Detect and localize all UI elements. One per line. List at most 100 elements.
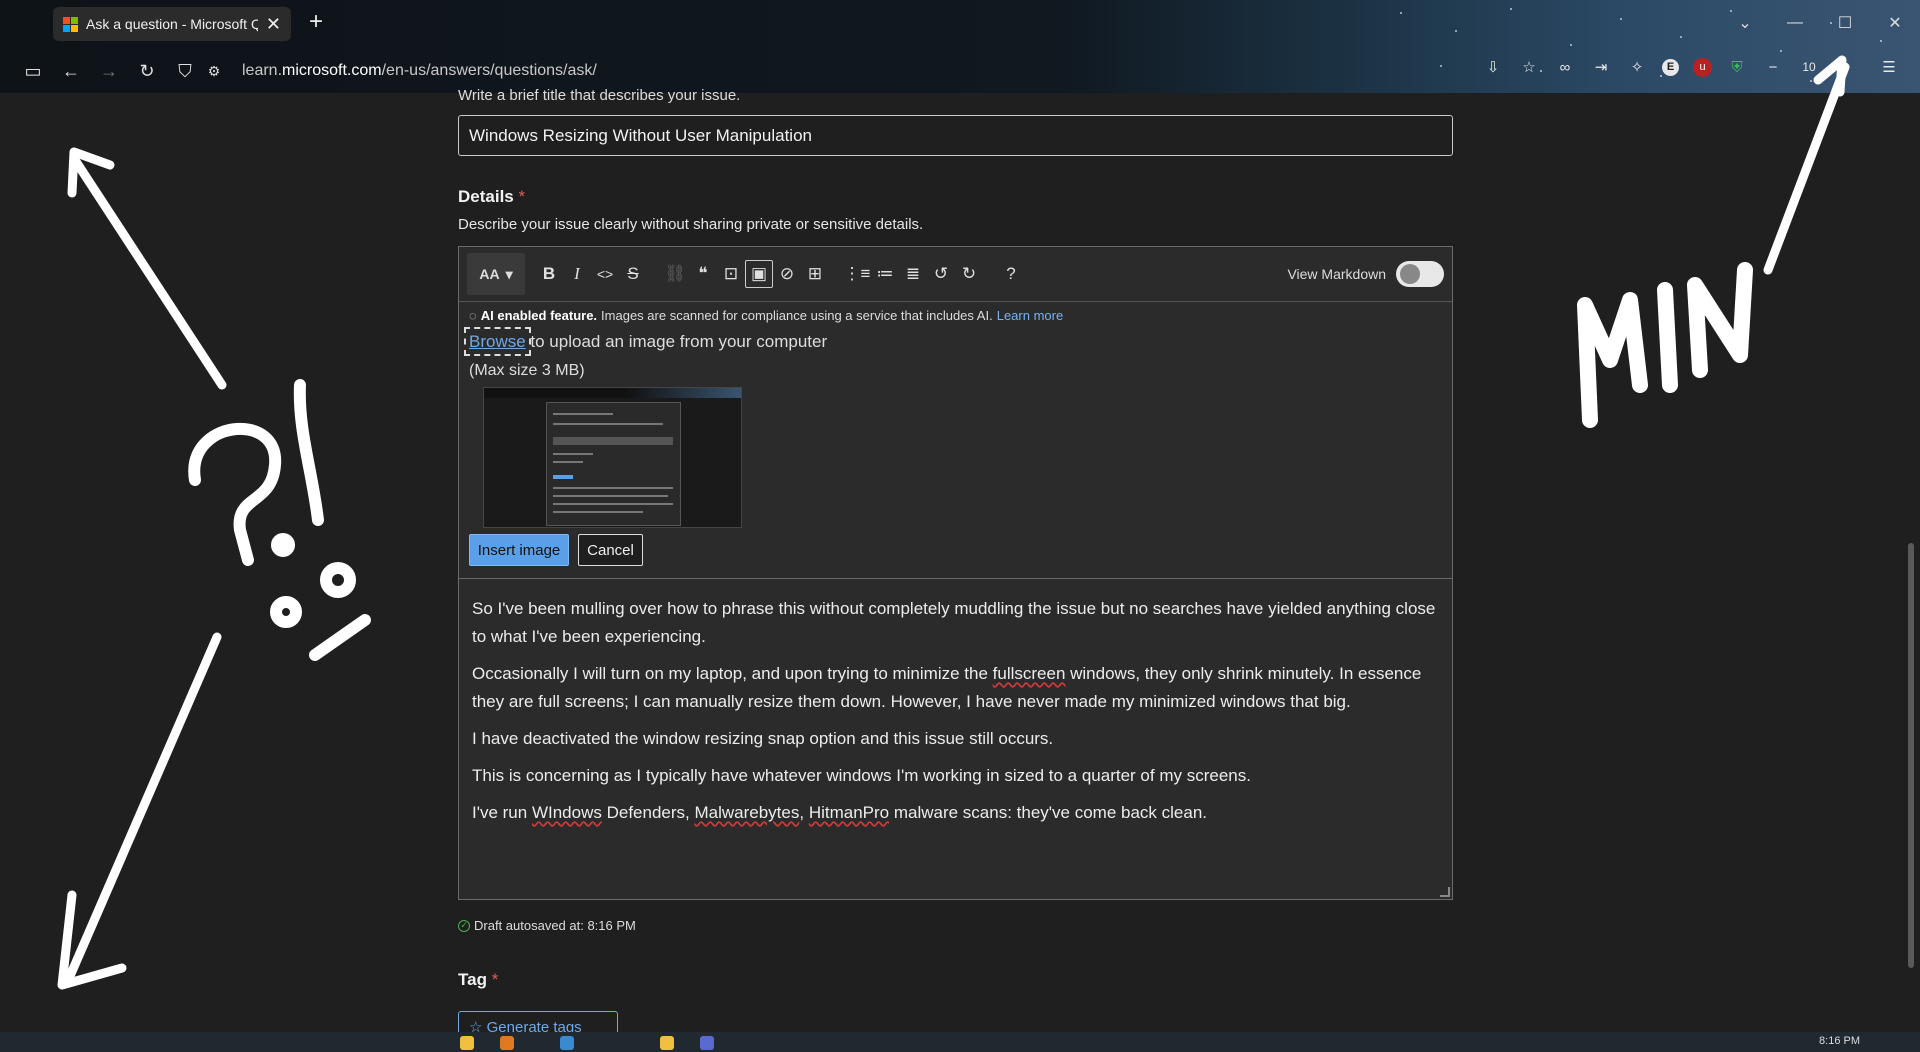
tag-label-text: Tag	[458, 970, 487, 989]
p5-text-g: malware scans: they've come back clean.	[889, 803, 1208, 822]
paragraph-2: Occasionally I will turn on my laptop, a…	[472, 660, 1439, 716]
learn-more-link[interactable]: Learn more	[997, 308, 1063, 323]
tab-title: Ask a question - Microsoft Q&A	[86, 16, 258, 32]
paragraph-5: I've run WIndows Defenders, Malwarebytes…	[472, 799, 1439, 827]
code-block-icon[interactable]: ⊡	[717, 260, 745, 288]
minimize-button[interactable]: —	[1770, 6, 1820, 40]
editor-body[interactable]: So I've been mulling over how to phrase …	[459, 579, 1452, 852]
italic-icon[interactable]: I	[563, 260, 591, 288]
zoom-out-icon[interactable]: −	[1762, 56, 1784, 78]
view-markdown-label: View Markdown	[1287, 266, 1386, 282]
tab-list-icon[interactable]: ⌄	[1720, 6, 1770, 40]
bookmark-star-icon[interactable]: ☆	[1518, 56, 1540, 78]
shield-extension-icon[interactable]: ⛨	[1726, 56, 1748, 78]
check-circle-icon: ✓	[458, 919, 470, 932]
url-path: /en-us/answers/questions/ask/	[381, 62, 597, 79]
details-label: Details *	[458, 187, 525, 207]
ai-notice-label: AI enabled feature.	[480, 308, 598, 323]
menu-icon[interactable]: ☰	[1878, 56, 1900, 78]
back-icon[interactable]: ←	[52, 61, 90, 82]
url-domain: microsoft.com	[282, 62, 382, 79]
save-page-icon[interactable]: ⇩	[1482, 56, 1504, 78]
details-description: Describe your issue clearly without shar…	[458, 216, 924, 233]
paragraph-4: This is concerning as I typically have w…	[472, 766, 1251, 785]
tag-label: Tag *	[458, 970, 498, 990]
cancel-button[interactable]: Cancel	[578, 534, 643, 566]
code-icon[interactable]: <>	[591, 260, 619, 288]
view-markdown-toggle[interactable]	[1396, 261, 1444, 287]
bullet-list-icon[interactable]: ≔	[871, 260, 899, 288]
p5-text-e: ,	[799, 803, 809, 822]
browse-link[interactable]: Browse	[464, 327, 531, 356]
infinity-extension-icon[interactable]: ∞	[1554, 56, 1576, 78]
paragraph-1: So I've been mulling over how to phrase …	[472, 599, 1436, 646]
close-window-button[interactable]: ✕	[1870, 6, 1920, 40]
details-editor: AA ▾ B I <> S ⛓ ❝ ⊡ ▣ ⊘ ⊞ ⋮≡ ≔ ≣ ↺ ↻ ? Vi…	[458, 246, 1453, 900]
table-icon[interactable]: ⊞	[801, 260, 829, 288]
bold-icon[interactable]: B	[535, 260, 563, 288]
attachment-icon[interactable]: ⊘	[773, 260, 801, 288]
lightbulb-icon: ◌	[469, 308, 477, 323]
forward-icon[interactable]: →	[90, 61, 128, 82]
help-icon[interactable]: ?	[997, 260, 1025, 288]
sidebar-icon[interactable]: ▭	[14, 61, 52, 82]
app-icon[interactable]	[560, 1036, 574, 1050]
upload-text: to upload an image from your computer	[525, 332, 828, 351]
spellcheck-word: HitmanPro	[808, 803, 890, 822]
undo-icon[interactable]: ↺	[927, 260, 955, 288]
ublock-icon[interactable]: u	[1693, 57, 1712, 77]
align-icon[interactable]: ≣	[899, 260, 927, 288]
address-bar[interactable]: learn.microsoft.com/en-us/answers/questi…	[242, 62, 597, 80]
autosave-text: Draft autosaved at: 8:16 PM	[474, 918, 636, 933]
app-icon[interactable]	[500, 1036, 514, 1050]
extensions-bar: ⇩ ☆ ∞ ⇥ ✧ E u ⛨ − 10 ☰	[1482, 56, 1900, 78]
page-content: Write a brief title that describes your …	[0, 87, 1920, 1041]
microsoft-logo-icon	[63, 16, 78, 32]
taskbar: 8:16 PM	[0, 1032, 1920, 1052]
p5-text-a: I've run	[472, 803, 532, 822]
taskbar-clock: 8:16 PM	[1819, 1035, 1860, 1047]
details-label-text: Details	[458, 187, 514, 206]
image-preview	[483, 387, 742, 528]
send-to-device-icon[interactable]: ⇥	[1590, 56, 1612, 78]
extensions-puzzle-icon[interactable]: ✧	[1626, 56, 1648, 78]
numbered-list-icon[interactable]: ⋮≡	[843, 260, 871, 288]
image-upload-pane: ◌ AI enabled feature. Images are scanned…	[459, 302, 1452, 579]
required-mark: *	[518, 187, 526, 206]
title-hint: Write a brief title that describes your …	[458, 87, 741, 104]
spellcheck-word: Malwarebytes	[694, 803, 800, 822]
editor-toolbar: AA ▾ B I <> S ⛓ ❝ ⊡ ▣ ⊘ ⊞ ⋮≡ ≔ ≣ ↺ ↻ ? Vi…	[459, 247, 1452, 302]
folder-icon[interactable]	[460, 1036, 474, 1050]
url-prefix: learn.	[242, 62, 283, 79]
e-extension-icon[interactable]: E	[1662, 58, 1679, 76]
new-tab-button[interactable]: +	[309, 10, 323, 34]
view-markdown: View Markdown	[1287, 261, 1444, 287]
upload-row: Browse to upload an image from your comp…	[464, 327, 828, 356]
strikethrough-icon[interactable]: S	[619, 260, 647, 288]
close-tab-icon[interactable]: ✕	[266, 15, 281, 33]
reload-icon[interactable]: ↻	[128, 61, 166, 82]
p5-text-c: Defenders,	[601, 803, 695, 822]
link-icon[interactable]: ⛓	[661, 260, 689, 288]
ai-notice-text: Images are scanned for compliance using …	[601, 308, 993, 323]
maximize-button[interactable]: ☐	[1820, 6, 1870, 40]
quote-icon[interactable]: ❝	[689, 260, 717, 288]
page-scrollbar[interactable]	[1908, 543, 1914, 968]
redo-icon[interactable]: ↻	[955, 260, 983, 288]
resize-handle[interactable]	[1440, 887, 1450, 897]
image-icon[interactable]: ▣	[745, 260, 773, 288]
shield-icon[interactable]: ⛉	[166, 61, 204, 82]
insert-image-button[interactable]: Insert image	[469, 534, 569, 566]
site-settings-icon[interactable]: ⚙	[204, 63, 224, 80]
text-format-dropdown[interactable]: AA ▾	[467, 253, 525, 295]
app-icon[interactable]	[700, 1036, 714, 1050]
spellcheck-word: WIndows	[531, 803, 602, 822]
app-icon[interactable]	[660, 1036, 674, 1050]
autosave-status: ✓ Draft autosaved at: 8:16 PM	[458, 918, 636, 933]
zoom-level[interactable]: 10	[1798, 56, 1820, 78]
question-title-input[interactable]	[458, 115, 1453, 156]
tab-ask-question[interactable]: Ask a question - Microsoft Q&A ✕	[53, 7, 291, 41]
browser-chrome: Ask a question - Microsoft Q&A ✕ + ⌄ — ☐…	[0, 0, 1920, 93]
chevron-down-icon: ▾	[505, 265, 513, 282]
